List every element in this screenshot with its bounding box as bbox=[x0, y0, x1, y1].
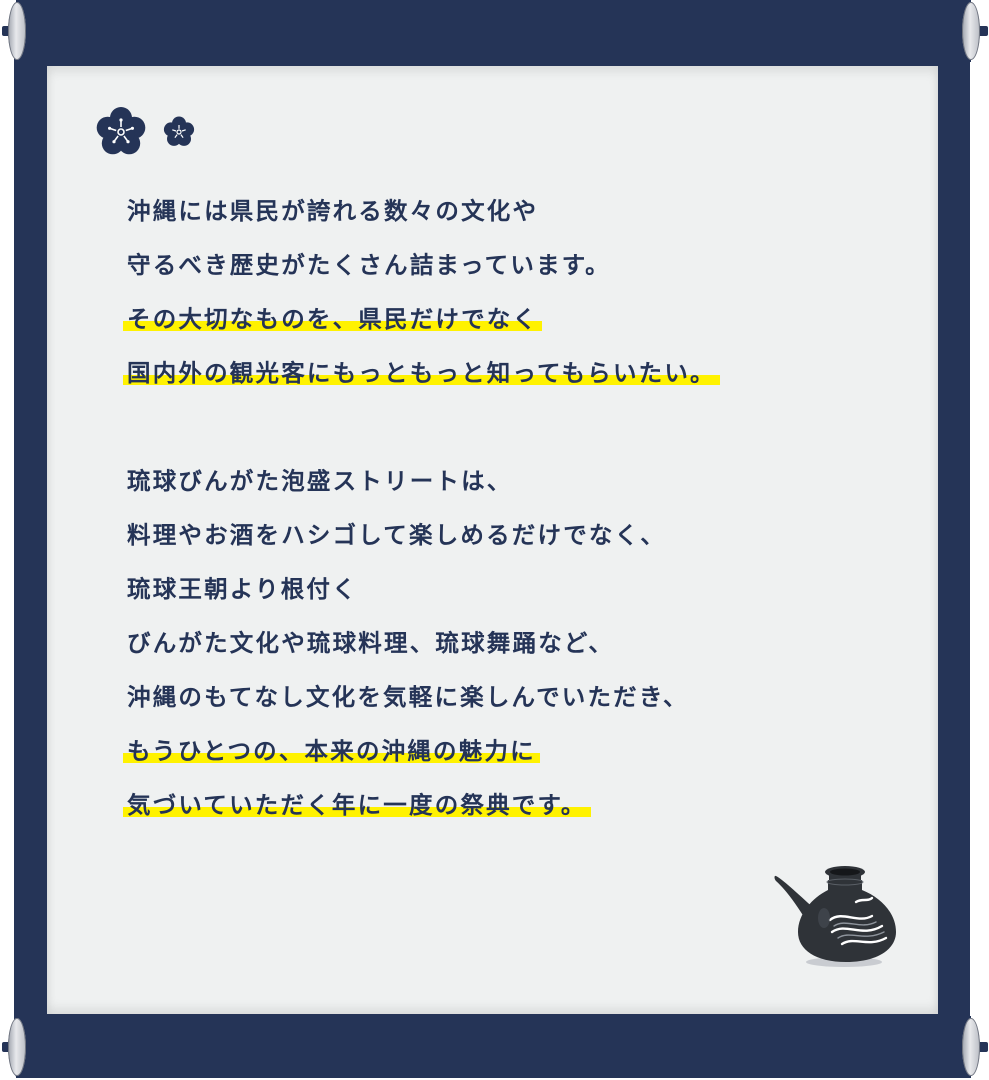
paragraph-2-line-6: もうひとつの、本来の沖縄の魅力に bbox=[123, 724, 907, 778]
awamori-pot-icon bbox=[774, 866, 896, 967]
highlighted-text: その大切なものを、県民だけでなく bbox=[123, 305, 543, 333]
bottom-roller bbox=[2, 1016, 988, 1078]
paragraph-2-line-3: 琉球王朝より根付く bbox=[127, 575, 358, 603]
highlighted-text: もうひとつの、本来の沖縄の魅力に bbox=[123, 737, 540, 765]
highlighted-text: 気づいていただく年に一度の祭典です。 bbox=[123, 791, 591, 819]
paragraph-2-line-4: びんがた文化や琉球料理、琉球舞踊など、 bbox=[127, 629, 615, 657]
message-text: 沖縄には県民が誇れる数々の文化や 守るべき歴史がたくさん詰まっています。 その大… bbox=[123, 184, 907, 832]
paragraph-2-line-2: 料理やお酒をハシゴして楽しめるだけでなく、 bbox=[127, 521, 666, 549]
paragraph-1-line-2: 守るべき歴史がたくさん詰まっています。 bbox=[127, 251, 611, 279]
paragraph-1-line-4: 国内外の観光客にもっともっと知ってもらいたい。 bbox=[123, 346, 907, 400]
paragraph-1-line-1: 沖縄には県民が誇れる数々の文化や bbox=[127, 197, 539, 225]
top-roller-cap-left bbox=[8, 2, 26, 60]
paragraph-2-line-7: 気づいていただく年に一度の祭典です。 bbox=[123, 778, 907, 832]
highlighted-text: 国内外の観光客にもっともっと知ってもらいたい。 bbox=[123, 359, 720, 387]
paragraph-2-line-1: 琉球びんがた泡盛ストリートは、 bbox=[127, 467, 513, 495]
flower-large-icon bbox=[96, 107, 146, 155]
scroll-banner: 沖縄には県民が誇れる数々の文化や 守るべき歴史がたくさん詰まっています。 その大… bbox=[0, 0, 989, 1080]
bottom-roller-cap-right bbox=[962, 1018, 980, 1076]
top-roller bbox=[2, 0, 988, 62]
flower-small-icon bbox=[163, 116, 195, 146]
flower-decoration bbox=[96, 107, 195, 155]
paragraph-1-line-3: その大切なものを、県民だけでなく bbox=[123, 292, 907, 346]
paragraph-2-line-5: 沖縄のもてなし文化を気軽に楽しんでいただき、 bbox=[127, 683, 689, 711]
bottom-roller-cap-left bbox=[8, 1018, 26, 1076]
top-roller-cap-right bbox=[962, 2, 980, 60]
